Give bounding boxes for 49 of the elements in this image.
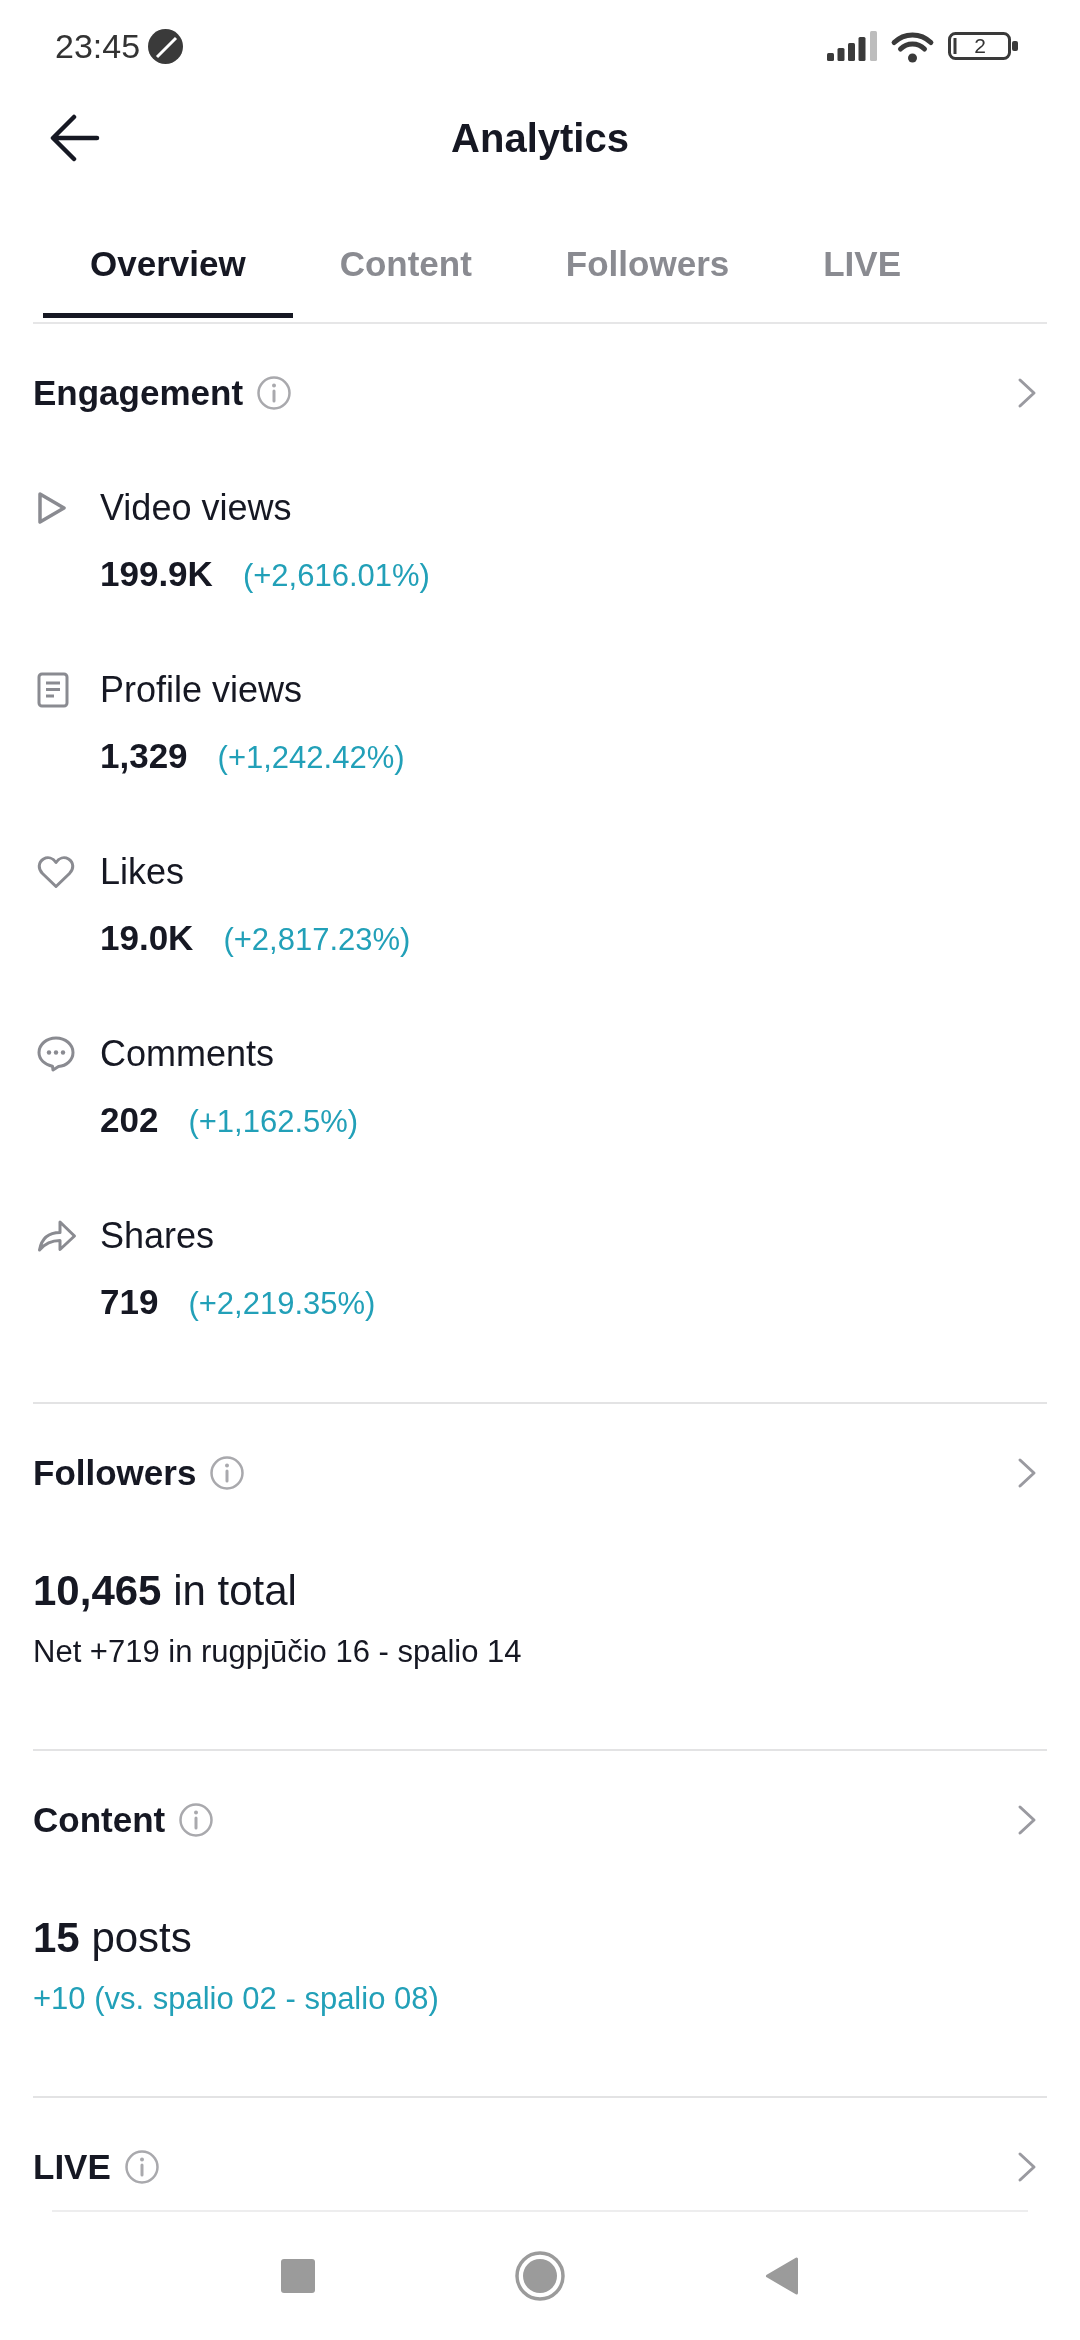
battery-icon <box>948 32 1018 60</box>
change-percent: (+1,162.5%) <box>188 1103 359 1141</box>
section-title: Followers <box>33 1452 197 1494</box>
metric-value: 1,329 <box>100 735 188 777</box>
metric-label: Likes <box>100 850 185 894</box>
section-title: Content <box>33 1799 166 1841</box>
tab[interactable]: LIVE <box>776 242 949 318</box>
metric-label: Video views <box>100 486 292 530</box>
chevron-right-icon[interactable] <box>1017 1457 1037 1489</box>
metric-label: Shares <box>100 1214 215 1258</box>
tab[interactable]: Followers <box>518 242 777 318</box>
section-title: LIVE <box>33 2146 111 2188</box>
home-circle-icon[interactable] <box>515 2251 565 2301</box>
page-title: Analytics <box>451 115 629 162</box>
summary-total: 10,465 in total <box>33 1566 297 1616</box>
heart-icon <box>37 855 75 889</box>
document-icon <box>37 672 69 708</box>
wifi-icon <box>889 29 936 63</box>
info-icon[interactable] <box>257 376 292 410</box>
change-percent: (+2,219.35%) <box>188 1285 376 1323</box>
metric-value: 19.0K <box>100 917 194 959</box>
speech-bubble-icon <box>37 1036 75 1072</box>
slashed-circle-icon <box>148 28 184 64</box>
summary-total: 15 posts <box>33 1913 192 1963</box>
back-triangle-icon[interactable] <box>765 2257 799 2295</box>
change-percent: (+1,242.42%) <box>217 739 405 777</box>
info-icon[interactable] <box>210 1456 245 1490</box>
chevron-right-icon[interactable] <box>1017 377 1037 409</box>
change-percent: (+2,616.01%) <box>242 557 430 595</box>
summary-detail: +10 (vs. spalio 02 - spalio 08) <box>33 1980 439 2018</box>
info-icon[interactable] <box>124 2150 159 2184</box>
battery-level-text: 2 <box>973 33 987 59</box>
chevron-right-icon[interactable] <box>1017 2151 1037 2183</box>
tab[interactable]: Content <box>292 242 519 318</box>
metric-label: Comments <box>100 1032 275 1076</box>
metric-value: 719 <box>100 1281 159 1323</box>
metric-label: Profile views <box>100 668 303 712</box>
metric-value: 199.9K <box>100 553 213 595</box>
play-icon <box>37 491 67 525</box>
metric-value: 202 <box>100 1099 159 1141</box>
section-title: Engagement <box>33 372 244 414</box>
back-arrow-icon[interactable] <box>50 114 100 162</box>
status-time: 23:45 <box>55 26 141 66</box>
signal-icon <box>827 31 877 61</box>
chevron-right-icon[interactable] <box>1017 1804 1037 1836</box>
share-arrow-icon <box>37 1219 77 1253</box>
info-icon[interactable] <box>179 1803 214 1837</box>
change-percent: (+2,817.23%) <box>223 921 411 959</box>
summary-detail: Net +719 in rugpjūčio 16 - spalio 14 <box>33 1633 522 1671</box>
